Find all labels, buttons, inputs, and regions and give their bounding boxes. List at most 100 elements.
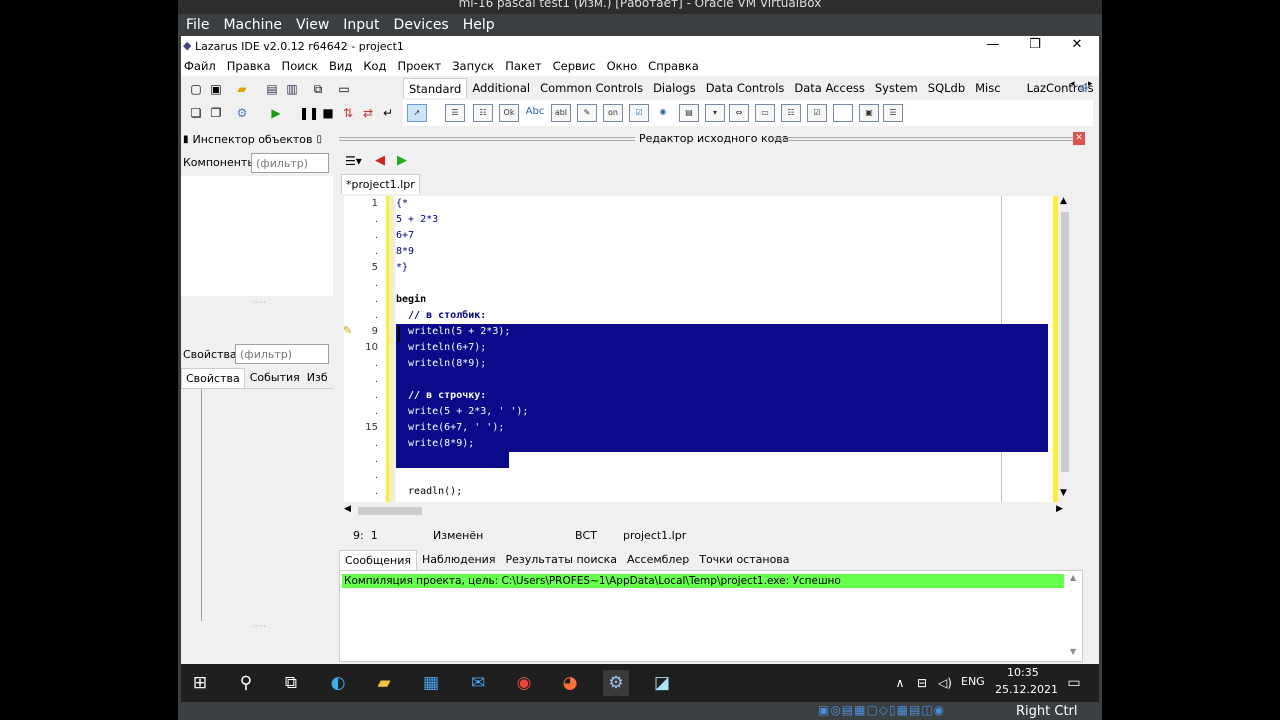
file-tab-project1[interactable]: *project1.lpr xyxy=(341,174,420,194)
save-all-icon[interactable]: ▥ xyxy=(283,80,301,98)
view-units-list-icon[interactable]: ❐ xyxy=(207,104,225,122)
menu-code[interactable]: Код xyxy=(363,59,386,73)
list-box-icon[interactable]: ▤ xyxy=(679,104,699,122)
menu-project[interactable]: Проект xyxy=(397,59,441,73)
code-line[interactable]: readln(); xyxy=(396,484,462,500)
palette-config-icon[interactable]: ⚙ xyxy=(1079,82,1089,95)
save-icon[interactable]: ▤ xyxy=(263,80,281,98)
tab-events[interactable]: События xyxy=(245,368,305,388)
memo-icon[interactable]: ✎ xyxy=(577,104,597,122)
close-button[interactable]: ✕ xyxy=(1057,36,1097,56)
tab-misc[interactable]: Misc xyxy=(970,78,1005,98)
notifications-icon[interactable]: ▭ xyxy=(1061,670,1087,696)
frame-icon[interactable]: ▣ xyxy=(859,104,879,122)
radio-group-icon[interactable]: ☷ xyxy=(781,104,801,122)
toggle-box-icon[interactable]: on xyxy=(603,104,623,122)
code-line[interactable]: writeln(5 + 2*3); xyxy=(396,324,510,340)
inspector-grip-icon[interactable]: ▯ xyxy=(317,134,323,145)
new-form-icon[interactable]: ▣ xyxy=(207,80,225,98)
language-indicator[interactable]: ENG xyxy=(961,675,985,688)
file-explorer-icon[interactable]: ▰ xyxy=(371,670,397,696)
msg-scroll-up-icon[interactable]: ▲ xyxy=(1070,573,1076,582)
scroll-up-icon[interactable]: ▲ xyxy=(1060,196,1067,206)
menu-file[interactable]: Файл xyxy=(184,59,216,73)
volume-icon[interactable]: ◁) xyxy=(932,670,958,696)
tab-common-controls[interactable]: Common Controls xyxy=(535,78,648,98)
start-windows-icon[interactable]: ⊞ xyxy=(187,670,213,696)
new-unit-icon[interactable]: ▢ xyxy=(187,80,205,98)
vertical-scrollbar[interactable]: ▲ ▼ xyxy=(1058,196,1072,502)
radio-button-icon[interactable]: ◉ xyxy=(653,104,673,122)
components-filter-input[interactable]: (фильтр) xyxy=(251,153,329,173)
clock-time[interactable]: 10:35 xyxy=(1007,666,1039,679)
horizontal-scrollbar[interactable]: ◀ ▶ xyxy=(344,504,1072,518)
menu-tools[interactable]: Сервис xyxy=(553,59,596,73)
property-grid[interactable] xyxy=(181,388,333,621)
h-scroll-thumb[interactable] xyxy=(358,507,422,515)
tab-data-controls[interactable]: Data Controls xyxy=(701,78,790,98)
menu-edit[interactable]: Правка xyxy=(227,59,271,73)
scroll-thumb[interactable] xyxy=(1061,212,1069,472)
build-gear-icon[interactable]: ⚙ xyxy=(233,104,251,122)
edit-icon[interactable]: abI xyxy=(551,104,571,122)
tab-search-results[interactable]: Результаты поиска xyxy=(500,550,622,570)
toggle-form-icon[interactable]: ⧉ xyxy=(309,80,327,98)
tab-data-access[interactable]: Data Access xyxy=(789,78,869,98)
scroll-right-icon[interactable]: ▶ xyxy=(1056,504,1063,514)
scroll-down-icon[interactable]: ▼ xyxy=(1060,488,1067,498)
run-icon[interactable]: ▶ xyxy=(267,104,285,122)
menu-search[interactable]: Поиск xyxy=(282,59,318,73)
minimize-button[interactable]: — xyxy=(973,36,1013,56)
tab-assembler[interactable]: Ассемблер xyxy=(622,550,694,570)
tab-system[interactable]: System xyxy=(870,78,923,98)
messages-panel[interactable]: Компиляция проекта, цель: C:\Users\PROFE… xyxy=(339,570,1083,662)
menu-package[interactable]: Пакет xyxy=(505,59,541,73)
pointer-icon[interactable]: ➚ xyxy=(407,104,427,122)
vbox-menu-view[interactable]: View xyxy=(296,17,329,33)
code-line[interactable]: 8*9 xyxy=(396,244,414,260)
editor-menu-icon[interactable]: ☰▾ xyxy=(345,154,362,168)
view-forms-icon[interactable]: ▭ xyxy=(335,80,353,98)
close-inspector-icon[interactable]: ▮ xyxy=(183,134,189,145)
splitter-grip-icon[interactable]: ····· xyxy=(253,298,266,307)
code-line[interactable]: *} xyxy=(396,260,408,276)
tab-favorites[interactable]: Изб xyxy=(305,368,330,388)
jump-back-icon[interactable]: ◀ xyxy=(375,153,385,168)
clock-date[interactable]: 25.12.2021 xyxy=(995,683,1058,696)
menu-run[interactable]: Запуск xyxy=(452,59,494,73)
code-line[interactable]: {* xyxy=(396,196,408,212)
messages-scrollbar[interactable]: ▲ ▼ xyxy=(1068,571,1082,661)
search-icon[interactable]: ⚲ xyxy=(233,670,259,696)
maximize-button[interactable]: ❐ xyxy=(1015,36,1055,56)
edge-icon[interactable]: ◐ xyxy=(325,670,351,696)
view-units-icon[interactable]: ❏ xyxy=(187,104,205,122)
tab-standard[interactable]: Standard xyxy=(403,78,468,98)
button-icon[interactable]: Ok xyxy=(499,104,519,122)
code-line[interactable]: writeln(8*9); xyxy=(396,356,486,372)
tab-watches[interactable]: Наблюдения xyxy=(417,550,500,570)
firefox-icon[interactable]: ◕ xyxy=(557,670,583,696)
vbox-menu-machine[interactable]: Machine xyxy=(223,17,282,33)
menu-window[interactable]: Окно xyxy=(607,59,638,73)
lazarus-app-icon[interactable]: ⚙ xyxy=(603,670,629,696)
menu-help[interactable]: Справка xyxy=(648,59,699,73)
step-into-icon[interactable]: ⇅ xyxy=(339,104,357,122)
tab-additional[interactable]: Additional xyxy=(467,78,535,98)
vbox-menu-devices[interactable]: Devices xyxy=(394,17,449,33)
group-box-icon[interactable]: ▭ xyxy=(755,104,775,122)
menu-view[interactable]: Вид xyxy=(329,59,352,73)
tab-properties[interactable]: Свойства xyxy=(181,368,245,388)
code-line[interactable]: write(8*9); xyxy=(396,436,474,452)
jump-forward-icon[interactable]: ▶ xyxy=(397,153,407,168)
code-line[interactable]: write(5 + 2*3, ' '); xyxy=(396,404,528,420)
code-line[interactable]: begin xyxy=(396,292,426,308)
vbox-menu-file[interactable]: File xyxy=(186,17,209,33)
compile-success-message[interactable]: Компиляция проекта, цель: C:\Users\PROFE… xyxy=(342,574,1064,588)
code-line[interactable]: writeln(6+7); xyxy=(396,340,486,356)
code-line[interactable]: 6+7 xyxy=(396,228,414,244)
combo-box-icon[interactable]: ▾ xyxy=(705,104,725,122)
msg-scroll-down-icon[interactable]: ▼ xyxy=(1070,647,1076,656)
main-menu-icon[interactable]: ☰ xyxy=(445,104,465,122)
tab-sqldb[interactable]: SQLdb xyxy=(923,78,970,98)
code-line[interactable]: 5 + 2*3 xyxy=(396,212,438,228)
